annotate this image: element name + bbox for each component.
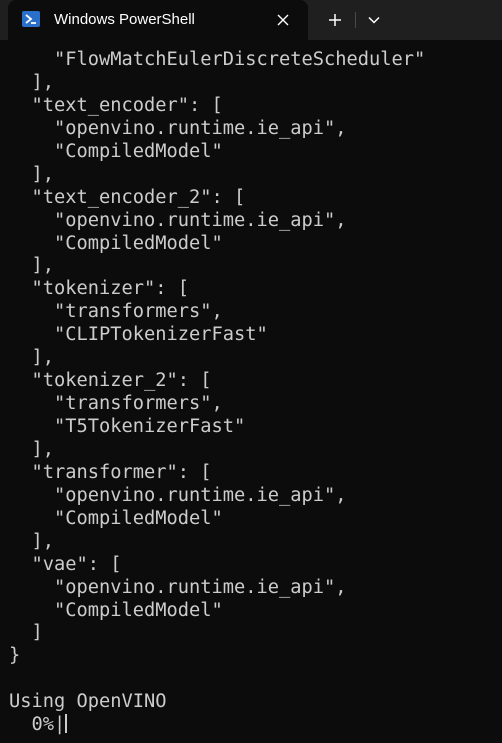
progress-text: 0%|: [9, 714, 66, 736]
terminal-line: "openvino.runtime.ie_api",: [9, 576, 347, 598]
new-tab-button[interactable]: [320, 7, 350, 33]
terminal-line: "CompiledModel": [9, 599, 223, 621]
terminal-line: ],: [9, 347, 55, 369]
terminal-line: ],: [9, 71, 55, 93]
terminal-line: ],: [9, 438, 55, 460]
terminal-line: "CompiledModel": [9, 140, 223, 162]
terminal-line: "CompiledModel": [9, 507, 223, 529]
plus-icon: [329, 14, 341, 26]
text-cursor: [65, 714, 68, 734]
tab-title: Windows PowerShell: [54, 11, 195, 28]
tab-dropdown-button[interactable]: [360, 7, 388, 33]
terminal-line: "openvino.runtime.ie_api",: [9, 209, 347, 231]
terminal-line: "transformers",: [9, 393, 223, 415]
terminal-line: "openvino.runtime.ie_api",: [9, 484, 347, 506]
tab-windows-powershell[interactable]: Windows PowerShell: [8, 0, 308, 40]
terminal-line: }: [9, 645, 21, 667]
terminal-line: "transformers",: [9, 301, 223, 323]
chevron-down-icon: [368, 16, 380, 24]
powershell-window: Windows PowerShell "FlowMatchEulerDiscre…: [0, 0, 502, 743]
terminal-line: ],: [9, 255, 55, 277]
terminal-line: "FlowMatchEulerDiscreteScheduler": [9, 49, 426, 70]
close-icon: [277, 14, 289, 26]
terminal-line: "vae": [: [9, 553, 122, 575]
terminal-line: "tokenizer": [: [9, 278, 190, 300]
terminal-line: ]: [9, 622, 43, 644]
tab-bar-divider: [355, 12, 356, 28]
terminal-line: "T5TokenizerFast": [9, 416, 246, 437]
terminal-line: ],: [9, 163, 55, 185]
close-tab-button[interactable]: [270, 7, 296, 33]
terminal-line: ],: [9, 530, 55, 552]
terminal-line: "text_encoder_2": [: [9, 186, 246, 208]
terminal-line: "text_encoder": [: [9, 94, 223, 116]
tab-bar: Windows PowerShell: [0, 0, 502, 40]
terminal-line: "transformer": [: [9, 461, 212, 483]
terminal-line: Using OpenVINO: [9, 691, 167, 713]
terminal-line: "CompiledModel": [9, 232, 223, 254]
terminal-line: "CLIPTokenizerFast": [9, 324, 268, 346]
terminal-line: "openvino.runtime.ie_api",: [9, 117, 347, 139]
terminal-line: "tokenizer_2": [: [9, 370, 212, 392]
terminal-prompt-line: 0%|: [9, 714, 499, 737]
terminal-output[interactable]: "FlowMatchEulerDiscreteScheduler" ], "te…: [9, 49, 499, 739]
powershell-icon: [22, 11, 40, 27]
